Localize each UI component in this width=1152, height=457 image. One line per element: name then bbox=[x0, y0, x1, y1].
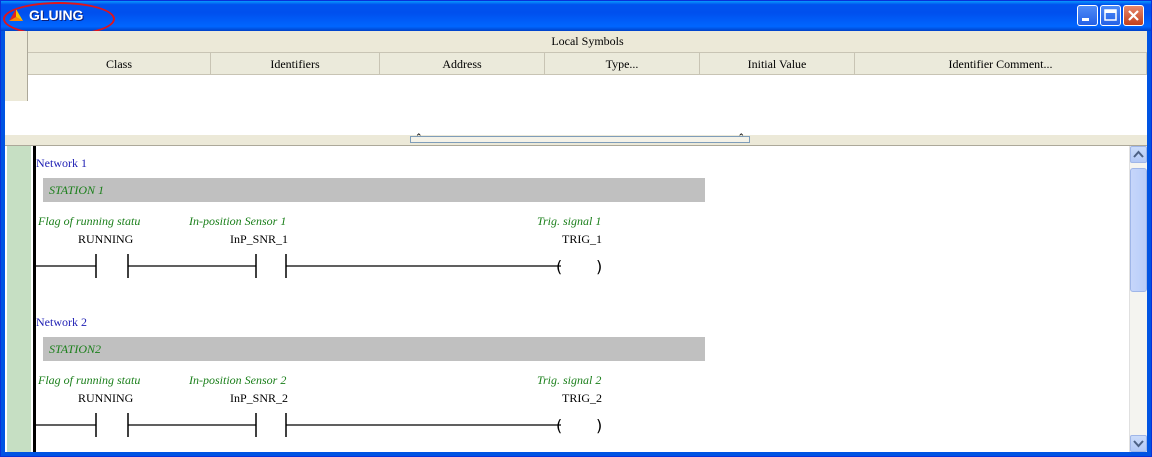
contact-variable[interactable]: RUNNING bbox=[78, 232, 133, 247]
title-bar[interactable]: GLUING bbox=[1, 1, 1151, 36]
network-1-rung: ( ) bbox=[36, 254, 602, 278]
coil-symbol: ( bbox=[556, 257, 562, 276]
network-margin bbox=[7, 146, 31, 452]
local-symbols-title: Local Symbols bbox=[28, 31, 1147, 53]
network-2-comment[interactable]: STATION2 bbox=[43, 337, 705, 361]
column-type[interactable]: Type... bbox=[545, 53, 700, 75]
splitter-grip[interactable]: ⌃ ⌃ bbox=[410, 133, 750, 143]
column-address[interactable]: Address bbox=[380, 53, 545, 75]
network-1-label[interactable]: Network 1 bbox=[36, 156, 87, 171]
program-window: GLUING Local Symbols Class Identifiers A… bbox=[0, 0, 1152, 457]
column-class[interactable]: Class bbox=[28, 53, 211, 75]
ladder-editor[interactable]: Network 1 STATION 1 Flag of running stat… bbox=[5, 146, 1147, 452]
minimize-icon bbox=[1082, 18, 1089, 21]
svg-text:): ) bbox=[596, 416, 602, 435]
contact-comment: Flag of running statu bbox=[38, 373, 141, 387]
chevron-down-icon bbox=[1133, 440, 1144, 448]
coil-comment: Trig. signal 2 bbox=[537, 373, 602, 387]
network-2-label[interactable]: Network 2 bbox=[36, 315, 87, 330]
coil-variable[interactable]: TRIG_1 bbox=[562, 232, 602, 247]
contact-comment: In-position Sensor 2 bbox=[189, 373, 287, 387]
maximize-icon bbox=[1104, 9, 1117, 21]
scroll-thumb[interactable] bbox=[1130, 168, 1147, 292]
coil-symbol: ( bbox=[556, 416, 562, 435]
network-1-comment[interactable]: STATION 1 bbox=[43, 178, 705, 202]
network-2-rung: ( ) bbox=[36, 413, 602, 437]
column-identifiers[interactable]: Identifiers bbox=[211, 53, 380, 75]
coil-variable[interactable]: TRIG_2 bbox=[562, 391, 602, 406]
contact-variable[interactable]: InP_SNR_1 bbox=[230, 232, 288, 247]
close-button[interactable] bbox=[1123, 5, 1144, 26]
pane-splitter[interactable]: ⌃ ⌃ bbox=[5, 133, 1147, 146]
maximize-button[interactable] bbox=[1100, 5, 1121, 26]
coil-comment: Trig. signal 1 bbox=[537, 214, 602, 228]
client-area: Local Symbols Class Identifiers Address … bbox=[5, 31, 1147, 452]
vertical-scrollbar[interactable] bbox=[1129, 146, 1147, 452]
power-rail bbox=[33, 146, 36, 452]
scroll-down-button[interactable] bbox=[1130, 435, 1147, 452]
svg-text:): ) bbox=[596, 257, 602, 276]
column-identifier-comment[interactable]: Identifier Comment... bbox=[855, 53, 1147, 75]
chevron-up-icon: ⌃ bbox=[415, 133, 423, 143]
chevron-up-icon: ⌃ bbox=[737, 133, 745, 143]
local-symbols-table: Local Symbols Class Identifiers Address … bbox=[5, 31, 1147, 136]
contact-comment: Flag of running statu bbox=[38, 214, 141, 228]
close-icon bbox=[1128, 10, 1139, 21]
chevron-up-icon bbox=[1133, 150, 1144, 158]
contact-variable[interactable]: RUNNING bbox=[78, 391, 133, 406]
symbols-row-header bbox=[5, 31, 28, 101]
minimize-button[interactable] bbox=[1077, 5, 1098, 26]
contact-comment: In-position Sensor 1 bbox=[189, 214, 287, 228]
column-initial-value[interactable]: Initial Value bbox=[700, 53, 855, 75]
contact-variable[interactable]: InP_SNR_2 bbox=[230, 391, 288, 406]
scroll-up-button[interactable] bbox=[1130, 146, 1147, 163]
